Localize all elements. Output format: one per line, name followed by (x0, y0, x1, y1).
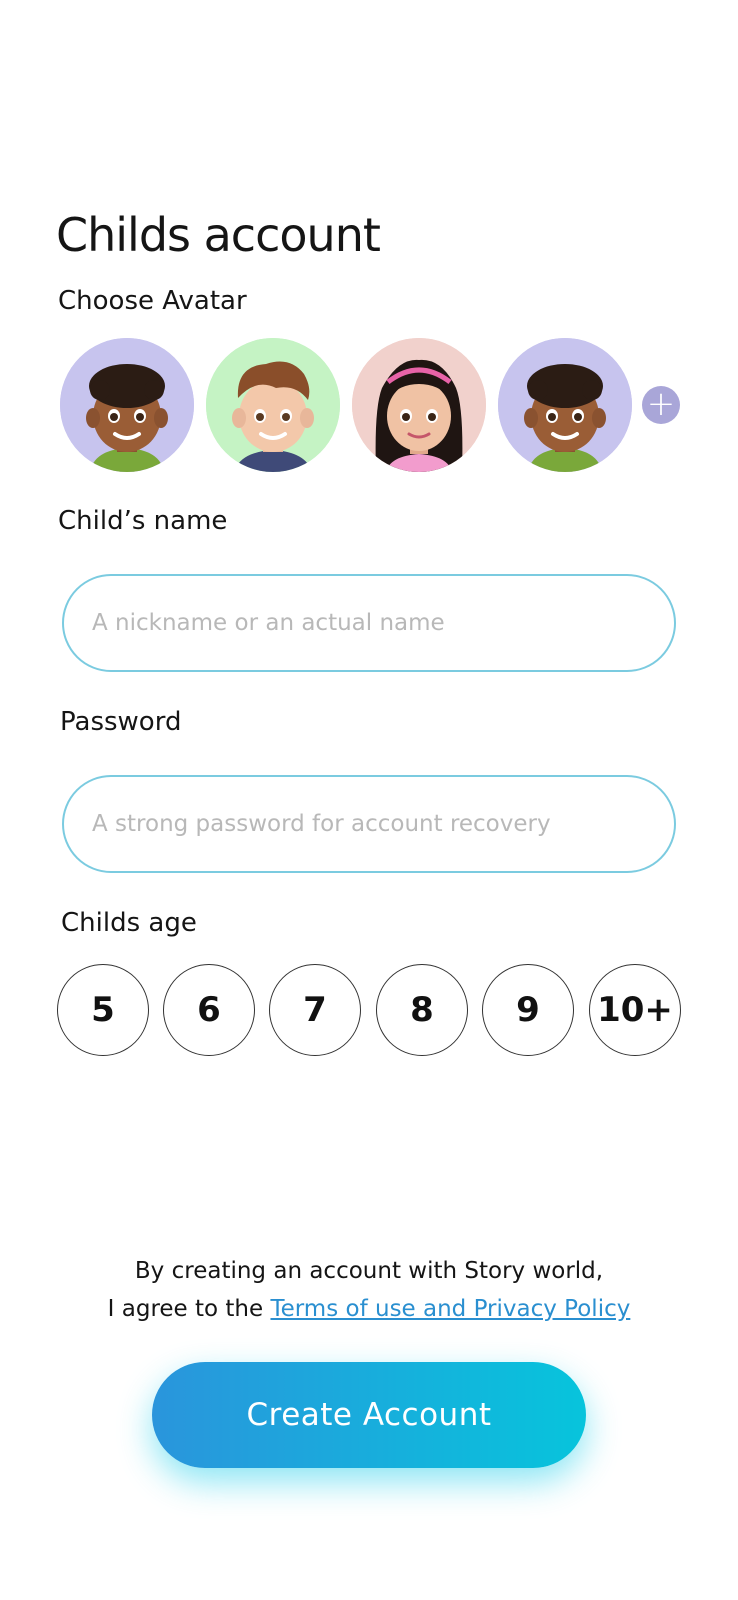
age-option-7[interactable]: 7 (269, 964, 361, 1056)
terms-line-1: By creating an account with Story world, (134, 1258, 604, 1284)
avatar-option-2[interactable] (206, 338, 340, 472)
terms-prefix: I agree to the (107, 1296, 271, 1322)
password-label: Password (60, 707, 182, 737)
create-account-button[interactable]: Create Account (152, 1362, 586, 1468)
avatar-boy-brown-icon (206, 338, 340, 472)
terms-text: By creating an account with Story world,… (0, 1252, 738, 1328)
age-option-10plus[interactable]: 10+ (589, 964, 681, 1056)
age-option-6[interactable]: 6 (163, 964, 255, 1056)
avatar-option-4[interactable] (498, 338, 632, 472)
child-name-input[interactable] (62, 574, 676, 672)
avatar-option-1[interactable] (60, 338, 194, 472)
terms-privacy-link[interactable]: Terms of use and Privacy Policy (270, 1296, 630, 1322)
choose-avatar-label: Choose Avatar (58, 286, 247, 316)
avatar-boy-curly-icon (498, 338, 632, 472)
child-age-label: Childs age (61, 908, 197, 938)
avatar-boy-curly-icon (60, 338, 194, 472)
terms-line-2: I agree to the Terms of use and Privacy … (0, 1290, 738, 1328)
child-name-label: Child’s name (58, 506, 228, 536)
add-avatar-button[interactable]: + (642, 386, 680, 424)
password-input[interactable] (62, 775, 676, 873)
plus-icon: + (646, 384, 676, 424)
age-option-5[interactable]: 5 (57, 964, 149, 1056)
age-option-8[interactable]: 8 (376, 964, 468, 1056)
avatar-girl-icon (352, 338, 486, 472)
page-title: Childs account (56, 208, 381, 262)
age-option-9[interactable]: 9 (482, 964, 574, 1056)
avatar-option-3[interactable] (352, 338, 486, 472)
